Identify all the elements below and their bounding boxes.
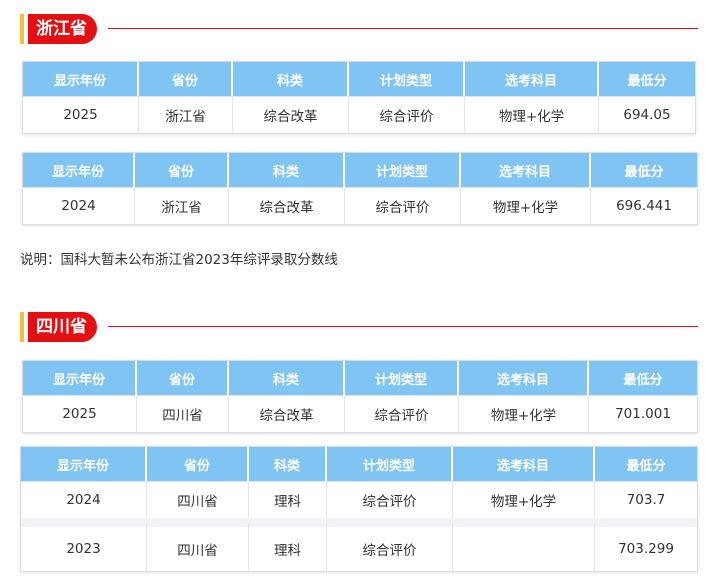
section-accent-bar: [20, 312, 24, 342]
section-title: 浙江省: [28, 14, 97, 44]
header-subjects: 选考科目: [461, 153, 591, 187]
table-header-row: 显示年份 省份 科类 计划类型 选考科目 最低分: [23, 361, 697, 395]
header-plan-type: 计划类型: [327, 447, 453, 481]
cell-plan-type: 综合评价: [349, 96, 465, 133]
table-header-row: 显示年份 省份 科类 计划类型 选考科目 最低分: [23, 153, 697, 187]
cell-province: 四川省: [147, 518, 249, 571]
section-accent-bar: [20, 14, 24, 44]
cell-plan-type: 综合评价: [327, 518, 453, 571]
header-subjects: 选考科目: [453, 447, 595, 481]
cell-year: 2025: [23, 96, 139, 133]
header-category: 科类: [229, 361, 345, 395]
table-row: 2024 四川省 理科 综合评价 物理+化学 703.7: [21, 481, 697, 518]
cell-year: 2025: [23, 395, 137, 432]
section-header-zhejiang: 浙江省: [20, 12, 698, 46]
cell-province: 四川省: [147, 481, 249, 518]
header-plan-type: 计划类型: [345, 153, 461, 187]
table-row: 2023 四川省 理科 综合评价 703.299: [21, 518, 697, 571]
cell-min-score: 703.299: [595, 518, 697, 571]
score-table-zhejiang-2024: 显示年份 省份 科类 计划类型 选考科目 最低分 2024 浙江省 综合改革 综…: [22, 152, 698, 225]
table-row: 2024 浙江省 综合改革 综合评价 物理+化学 696.441: [23, 187, 697, 224]
cell-province: 浙江省: [139, 96, 233, 133]
section-header-sichuan: 四川省: [20, 310, 698, 344]
score-table-sichuan-2024-2023: 显示年份 省份 科类 计划类型 选考科目 最低分 2024 四川省 理科 综合评…: [20, 446, 698, 572]
header-province: 省份: [135, 153, 229, 187]
section-divider: [108, 326, 698, 327]
cell-category: 理科: [249, 518, 327, 571]
table-header-row: 显示年份 省份 科类 计划类型 选考科目 最低分: [23, 62, 695, 96]
cell-year: 2024: [23, 187, 135, 224]
header-min-score: 最低分: [591, 153, 697, 187]
cell-category: 综合改革: [233, 96, 349, 133]
cell-min-score: 703.7: [595, 481, 697, 518]
section-divider: [108, 28, 698, 29]
score-table-zhejiang-2025: 显示年份 省份 科类 计划类型 选考科目 最低分 2025 浙江省 综合改革 综…: [22, 61, 696, 134]
header-min-score: 最低分: [599, 62, 695, 96]
header-subjects: 选考科目: [465, 62, 599, 96]
section-title: 四川省: [28, 312, 97, 342]
header-year: 显示年份: [23, 153, 135, 187]
cell-province: 浙江省: [135, 187, 229, 224]
cell-min-score: 701.001: [589, 395, 697, 432]
note-text: 说明：国科大暂未公布浙江省2023年综评录取分数线: [20, 252, 338, 268]
cell-category: 综合改革: [229, 187, 345, 224]
cell-subjects: 物理+化学: [461, 187, 591, 224]
header-year: 显示年份: [21, 447, 147, 481]
cell-category: 综合改革: [229, 395, 345, 432]
table-row: 2025 浙江省 综合改革 综合评价 物理+化学 694.05: [23, 96, 695, 133]
table-row: 2025 四川省 综合改革 综合评价 物理+化学 701.001: [23, 395, 697, 432]
cell-plan-type: 综合评价: [345, 395, 459, 432]
cell-plan-type: 综合评价: [345, 187, 461, 224]
cell-subjects: 物理+化学: [459, 395, 589, 432]
header-category: 科类: [249, 447, 327, 481]
cell-province: 四川省: [137, 395, 229, 432]
header-plan-type: 计划类型: [345, 361, 459, 395]
header-subjects: 选考科目: [459, 361, 589, 395]
cell-category: 理科: [249, 481, 327, 518]
cell-subjects: 物理+化学: [453, 481, 595, 518]
cell-min-score: 696.441: [591, 187, 697, 224]
header-plan-type: 计划类型: [349, 62, 465, 96]
cell-min-score: 694.05: [599, 96, 695, 133]
header-year: 显示年份: [23, 62, 139, 96]
cell-plan-type: 综合评价: [327, 481, 453, 518]
header-min-score: 最低分: [589, 361, 697, 395]
cell-year: 2023: [21, 518, 147, 571]
cell-subjects: [453, 518, 595, 571]
score-table-sichuan-2025: 显示年份 省份 科类 计划类型 选考科目 最低分 2025 四川省 综合改革 综…: [22, 360, 698, 433]
header-province: 省份: [139, 62, 233, 96]
header-category: 科类: [233, 62, 349, 96]
header-category: 科类: [229, 153, 345, 187]
header-year: 显示年份: [23, 361, 137, 395]
header-province: 省份: [137, 361, 229, 395]
cell-subjects: 物理+化学: [465, 96, 599, 133]
table-header-row: 显示年份 省份 科类 计划类型 选考科目 最低分: [21, 447, 697, 481]
cell-year: 2024: [21, 481, 147, 518]
header-min-score: 最低分: [595, 447, 697, 481]
header-province: 省份: [147, 447, 249, 481]
